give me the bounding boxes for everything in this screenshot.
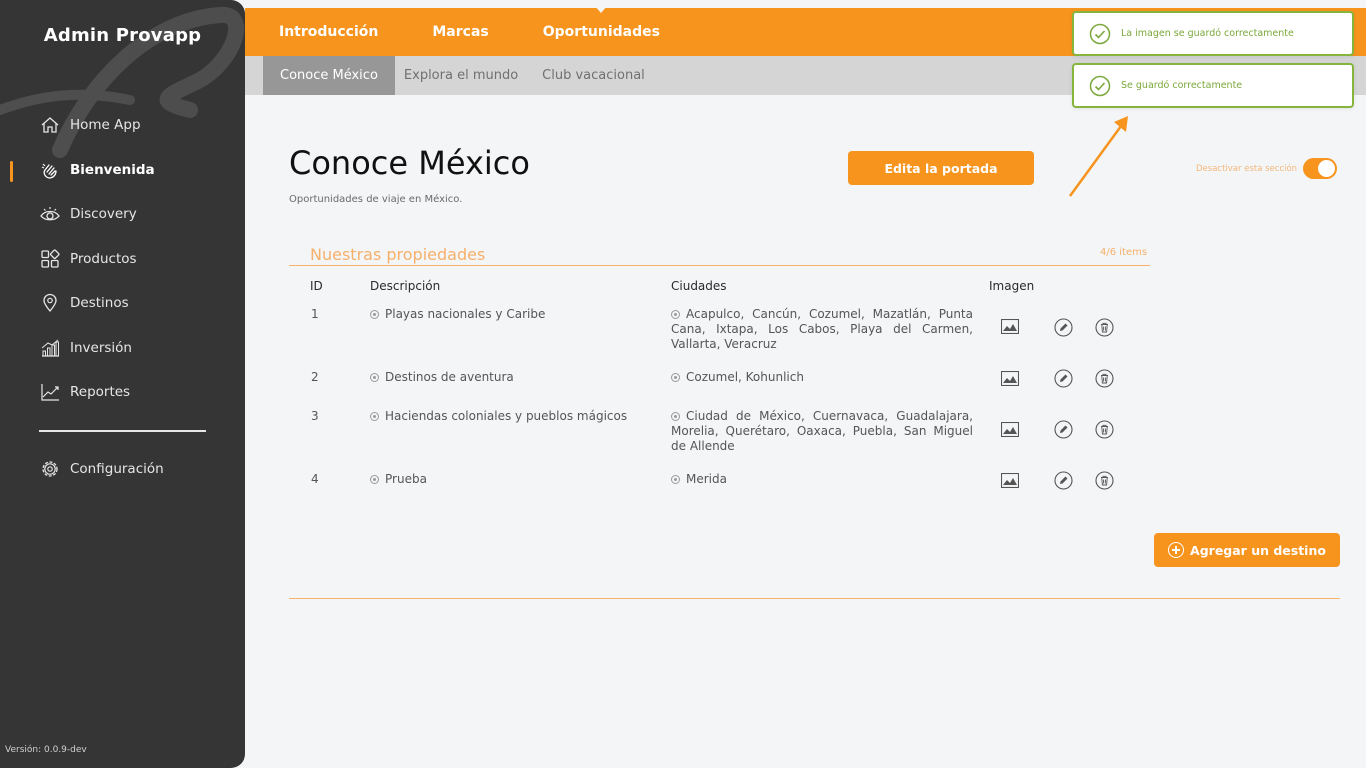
section-divider — [289, 265, 1150, 266]
sidebar-item-label: Discovery — [70, 206, 137, 223]
row-description: Prueba — [370, 472, 650, 487]
delete-trash-icon[interactable] — [1094, 368, 1114, 388]
deactivate-section-toggle[interactable] — [1303, 158, 1338, 179]
sidebar-item-productos[interactable]: Productos — [0, 237, 245, 282]
row-description: Destinos de aventura — [370, 370, 650, 385]
bullet-icon — [370, 475, 379, 484]
sidebar-divider — [39, 430, 206, 432]
sidebar-item-label: Destinos — [70, 295, 129, 312]
sidebar-item-label: Configuración — [70, 461, 164, 478]
add-destination-button[interactable]: Agregar un destino — [1154, 533, 1340, 567]
bullet-icon — [671, 373, 680, 382]
toast-saved: Se guardó correctamente — [1072, 63, 1354, 108]
image-icon[interactable] — [1000, 419, 1020, 439]
subtab-explora-el-mundo[interactable]: Explora el mundo — [395, 56, 530, 95]
row-id: 1 — [311, 307, 319, 321]
plus-circle-icon — [1168, 542, 1185, 558]
section-toggle-group: Desactivar esta sección — [1196, 158, 1338, 179]
sidebar-item-label: Productos — [70, 250, 137, 267]
tab-oportunidades[interactable]: Oportunidades — [543, 5, 660, 40]
sidebar-item-label: Home App — [70, 117, 141, 134]
bullet-icon — [671, 310, 680, 319]
row-description: Haciendas coloniales y pueblos mágicos — [370, 409, 650, 424]
column-header-cities: Ciudades — [671, 279, 727, 293]
subtab-club-vacacional[interactable]: Club vacacional — [530, 56, 662, 95]
row-cities: Cozumel, Kohunlich — [671, 370, 973, 385]
bullet-icon — [671, 412, 680, 421]
check-circle-icon — [1089, 23, 1111, 44]
edit-pencil-icon[interactable] — [1053, 317, 1073, 337]
sidebar: Admin Provapp Home App Bienvenida Discov… — [0, 0, 245, 768]
waving-hand-icon — [39, 159, 61, 181]
sidebar-item-inversion[interactable]: Inversión — [0, 326, 245, 371]
page-title: Conoce México — [289, 144, 530, 182]
column-header-image: Imagen — [989, 279, 1035, 293]
image-icon[interactable] — [1000, 316, 1020, 336]
row-id: 2 — [311, 370, 319, 384]
delete-trash-icon[interactable] — [1094, 317, 1114, 337]
row-description: Playas nacionales y Caribe — [370, 307, 650, 322]
row-id: 4 — [311, 472, 319, 486]
annotation-arrow-icon — [1068, 116, 1128, 197]
bullet-icon — [370, 412, 379, 421]
delete-trash-icon[interactable] — [1094, 419, 1114, 439]
delete-trash-icon[interactable] — [1094, 470, 1114, 490]
sidebar-item-label: Reportes — [70, 384, 131, 401]
check-circle-icon — [1089, 75, 1111, 96]
sidebar-item-home-app[interactable]: Home App — [0, 103, 245, 148]
sidebar-item-discovery[interactable]: Discovery — [0, 192, 245, 237]
toast-image-saved: La imagen se guardó correctamente — [1072, 11, 1354, 56]
sidebar-item-label: Bienvenida — [70, 161, 155, 178]
edit-pencil-icon[interactable] — [1053, 368, 1073, 388]
image-icon[interactable] — [1000, 470, 1020, 490]
subtab-conoce-mexico[interactable]: Conoce México — [263, 56, 395, 95]
toggle-label: Desactivar esta sección — [1196, 163, 1298, 174]
bullet-icon — [671, 475, 680, 484]
items-count: 4/6 items — [1100, 247, 1148, 258]
bullet-icon — [370, 310, 379, 319]
sidebar-item-destinos[interactable]: Destinos — [0, 281, 245, 326]
section-title: Nuestras propiedades — [310, 245, 486, 264]
sidebar-item-reportes[interactable]: Reportes — [0, 370, 245, 415]
toast-message: Se guardó correctamente — [1121, 80, 1243, 91]
grid-icon — [39, 248, 61, 270]
tab-marcas[interactable]: Marcas — [432, 24, 488, 40]
home-icon — [39, 114, 61, 136]
edit-pencil-icon[interactable] — [1053, 470, 1073, 490]
toast-message: La imagen se guardó correctamente — [1121, 28, 1294, 39]
bar-chart-icon — [39, 337, 61, 359]
sidebar-item-label: Inversión — [70, 339, 132, 356]
sidebar-item-bienvenida[interactable]: Bienvenida — [0, 148, 245, 193]
page-subtitle: Oportunidades de viaje en México. — [289, 194, 463, 205]
version-label: Versión: 0.0.9-dev — [5, 745, 87, 755]
row-cities: Acapulco, Cancún, Cozumel, Mazatlán, Pun… — [671, 307, 973, 351]
edit-cover-button[interactable]: Edita la portada — [848, 151, 1034, 185]
bullet-icon — [370, 373, 379, 382]
sidebar-item-configuracion[interactable]: Configuración — [0, 447, 245, 492]
gear-icon — [39, 458, 61, 480]
sidebar-nav: Home App Bienvenida Discovery Productos … — [0, 103, 245, 415]
map-pin-icon — [39, 292, 61, 314]
row-cities: Merida — [671, 472, 973, 487]
image-icon[interactable] — [1000, 368, 1020, 388]
column-header-id: ID — [310, 279, 323, 293]
row-cities: Ciudad de México, Cuernavaca, Guadalajar… — [671, 409, 973, 453]
add-destination-label: Agregar un destino — [1190, 542, 1326, 558]
edit-pencil-icon[interactable] — [1053, 419, 1073, 439]
eye-icon — [39, 203, 61, 225]
row-id: 3 — [311, 409, 319, 423]
column-header-description: Descripción — [370, 279, 441, 293]
line-chart-icon — [39, 381, 61, 403]
toggle-knob — [1318, 160, 1336, 177]
app-title: Admin Provapp — [43, 25, 202, 46]
bottom-divider — [289, 598, 1340, 599]
tab-introduccion[interactable]: Introducción — [279, 24, 378, 40]
